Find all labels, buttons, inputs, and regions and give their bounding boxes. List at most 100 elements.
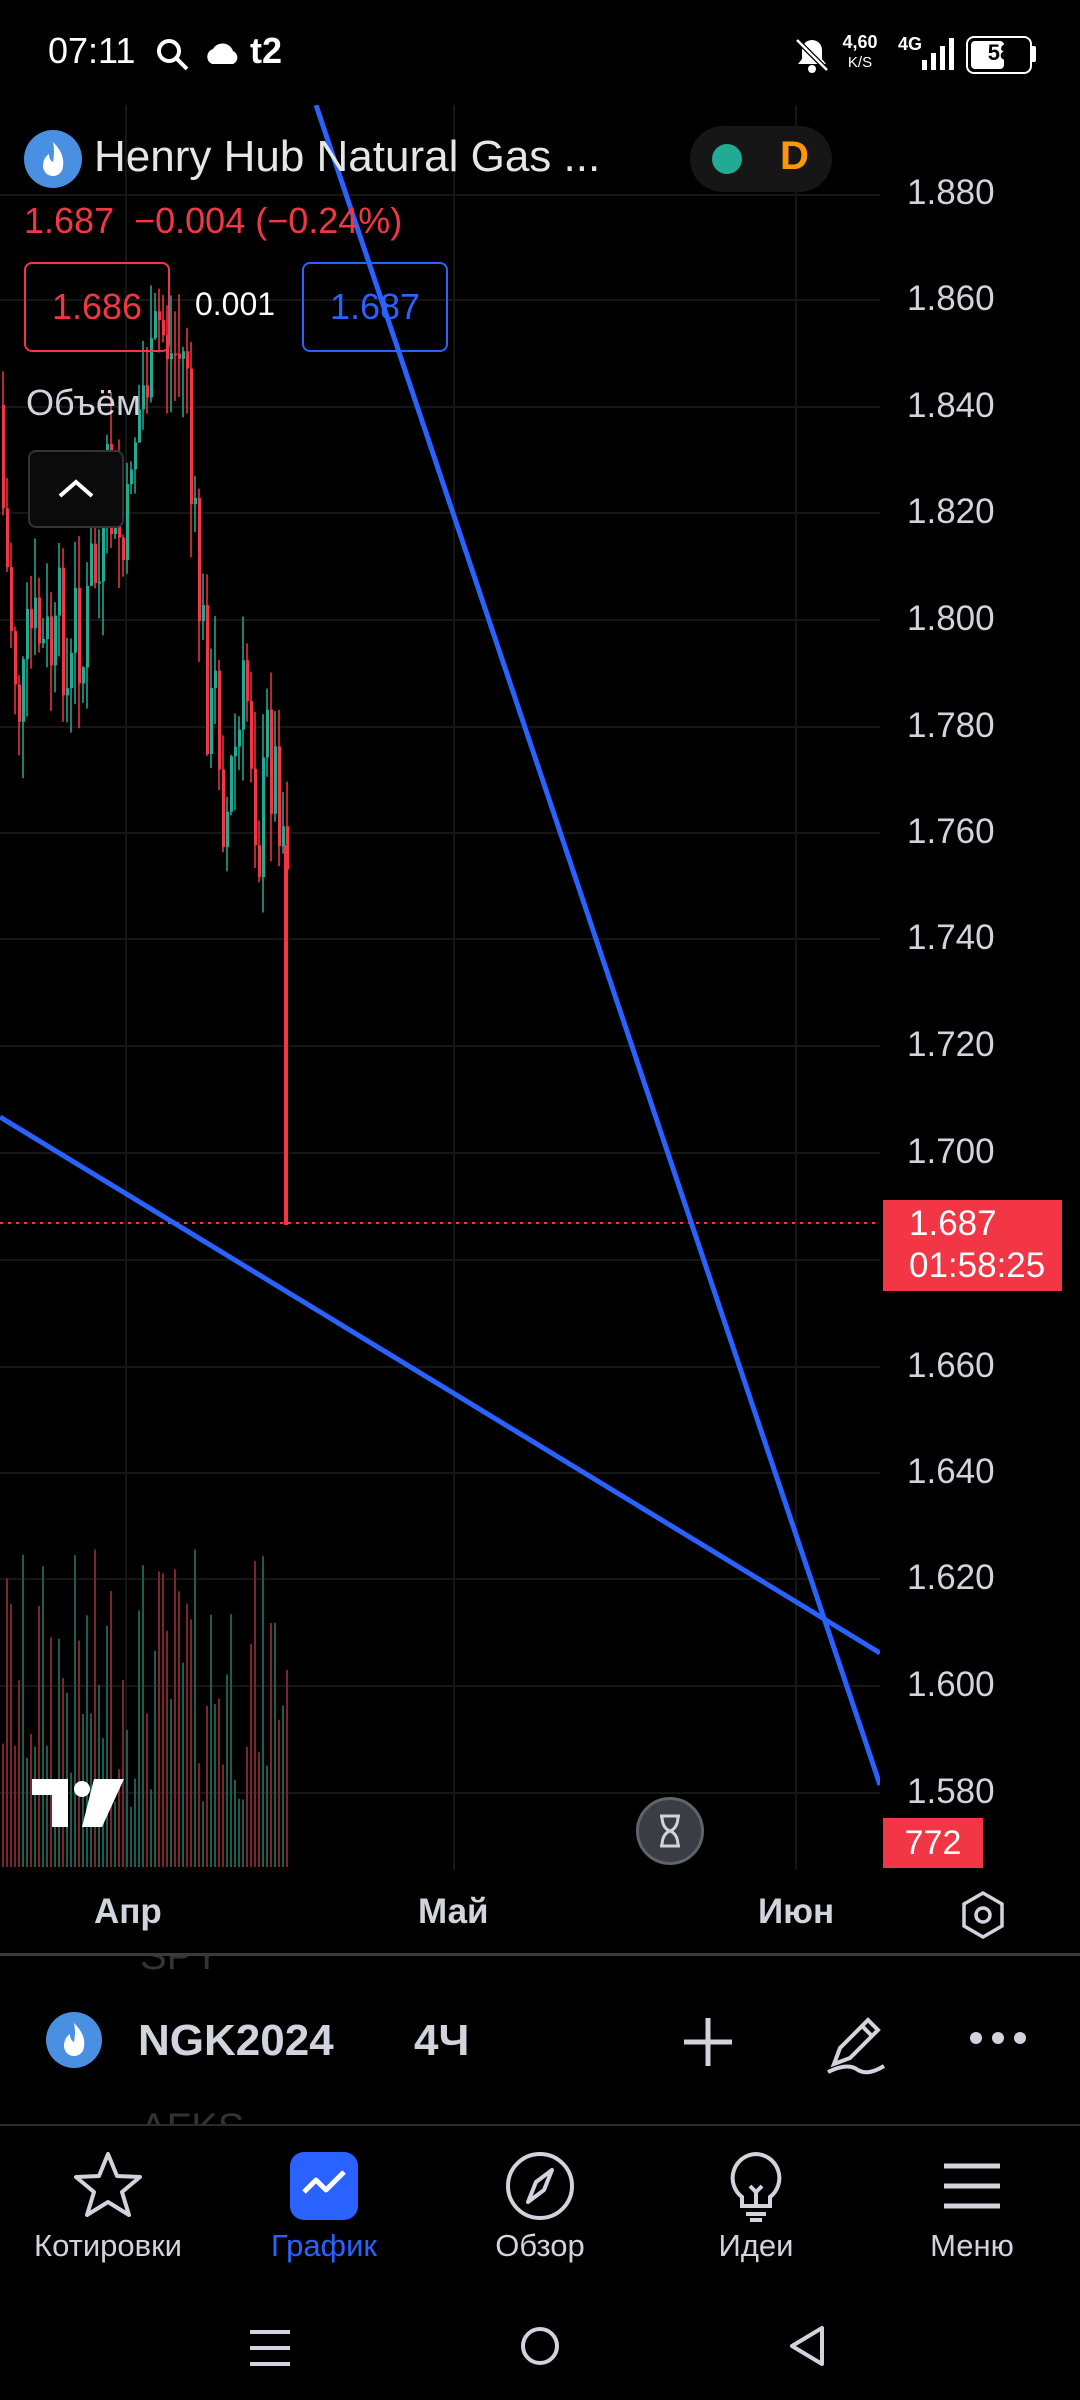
candle-body [18, 684, 21, 722]
price-scale[interactable]: 1.880 1.860 1.840 1.820 1.800 1.780 1.76… [880, 105, 1080, 1870]
battery-level: 58 [987, 40, 1013, 65]
volume-bar [246, 1746, 248, 1867]
candle-body [250, 701, 253, 769]
candle-body [26, 608, 29, 660]
volume-bar [206, 1705, 208, 1867]
nav-item-quotes[interactable]: Котировки [0, 2126, 216, 2290]
nav-item-overview[interactable]: Обзор [432, 2126, 648, 2290]
time-label: Май [418, 1892, 489, 1931]
nav-item-ideas[interactable]: Идеи [648, 2126, 864, 2290]
chart-settings-icon[interactable] [958, 1890, 1008, 1940]
volume-bar [22, 1554, 24, 1867]
symbol-toolbar: SPY AFKS NGK2024 4Ч [0, 1956, 1080, 2124]
volume-bar [234, 1779, 236, 1867]
chart-icon [290, 2152, 358, 2220]
candle-body [98, 581, 101, 584]
bar-countdown: 01:58:25 [909, 1246, 1046, 1285]
candle-body [242, 660, 245, 730]
volume-bar [214, 1704, 216, 1867]
candle-body [284, 845, 288, 1225]
chevron-up-icon [58, 479, 94, 498]
candle-body [34, 597, 37, 629]
drawing-pencil-icon[interactable] [820, 2008, 890, 2078]
collapse-legend-button[interactable] [28, 450, 124, 528]
time-axis[interactable]: Апр Май Июн [0, 1870, 1080, 1955]
volume-bar [278, 1719, 280, 1867]
nav-label: График [271, 2228, 377, 2263]
back-icon[interactable] [786, 2324, 830, 2368]
volume-bar [198, 1763, 200, 1867]
symbol-button[interactable]: NGK2024 [138, 2016, 334, 2066]
volume-bar [266, 1765, 268, 1867]
volume-bar [242, 1799, 244, 1867]
candle-body [266, 709, 269, 758]
volume-bar [254, 1561, 256, 1867]
background-list-item: AFKS [140, 2106, 244, 2124]
price-tick: 1.660 [907, 1346, 995, 1385]
volume-bar [270, 1622, 272, 1867]
volume-indicator-label[interactable]: Объём [26, 382, 141, 424]
symbol-title[interactable]: Henry Hub Natural Gas ... [94, 132, 600, 182]
volume-bar [190, 1619, 192, 1867]
candle-body [74, 587, 77, 653]
nav-label: Меню [930, 2228, 1014, 2263]
spread-value: 0.001 [194, 286, 276, 322]
market-status-pill[interactable]: D [690, 126, 832, 192]
candle-body [90, 543, 93, 586]
price-change: −0.004 (−0.24%) [134, 200, 403, 241]
time-label: Июн [758, 1892, 835, 1931]
nav-label: Обзор [495, 2228, 585, 2263]
more-icon[interactable] [968, 2028, 1028, 2048]
price-chart[interactable] [0, 105, 880, 1870]
candle-body [50, 616, 53, 666]
candle-body [174, 353, 177, 356]
interval-badge: D [780, 134, 809, 178]
volume-bar [58, 1638, 60, 1867]
add-icon[interactable] [678, 2012, 738, 2072]
candle-body [10, 567, 13, 632]
price-tick: 1.860 [907, 279, 995, 318]
price-tick: 1.780 [907, 706, 995, 745]
candle-body [230, 756, 233, 812]
system-navigation-bar [0, 2290, 1080, 2400]
volume-bar [154, 1650, 156, 1867]
clock: 07:11 [48, 30, 136, 71]
recent-apps-icon[interactable] [248, 2326, 292, 2370]
buy-button[interactable]: 1.687 [302, 262, 448, 352]
candle-body [278, 746, 281, 847]
carrier-label: t2 [250, 30, 283, 71]
candle-body [46, 616, 49, 639]
candle-body [254, 768, 257, 846]
nav-item-chart[interactable]: График [216, 2126, 432, 2290]
candle-body [82, 667, 85, 684]
volume-bar [10, 1603, 12, 1867]
interval-button[interactable]: 4Ч [414, 2016, 469, 2066]
candle-body [146, 385, 149, 398]
candle-body [38, 597, 41, 644]
replay-button[interactable] [636, 1797, 704, 1865]
time-label: Апр [94, 1892, 162, 1931]
home-icon[interactable] [518, 2324, 562, 2368]
volume-bar [122, 1680, 124, 1867]
volume-bar [186, 1603, 188, 1867]
hourglass-icon [660, 1814, 680, 1848]
menu-icon [944, 2163, 1000, 2209]
nav-item-menu[interactable]: Меню [864, 2126, 1080, 2290]
market-open-dot [712, 144, 742, 174]
status-bar: 07:11 t2 4,60 K/S 4G 58 [0, 0, 1080, 108]
star-icon [74, 2152, 142, 2217]
chart-pane[interactable] [0, 105, 880, 1870]
volume-bar [146, 1713, 148, 1867]
sell-button[interactable]: 1.686 [24, 262, 170, 352]
price-tick: 1.800 [907, 599, 995, 638]
volume-bar [130, 1806, 132, 1867]
volume-bar [258, 1752, 260, 1867]
candle-body [70, 652, 73, 689]
symbol-logo-small[interactable] [46, 2012, 102, 2068]
volume-bar [226, 1674, 228, 1867]
volume-bar [182, 1662, 184, 1867]
price-tick: 1.820 [907, 492, 995, 531]
candle-body [86, 585, 89, 668]
volume-bar [18, 1680, 20, 1867]
candle-body [126, 484, 129, 560]
